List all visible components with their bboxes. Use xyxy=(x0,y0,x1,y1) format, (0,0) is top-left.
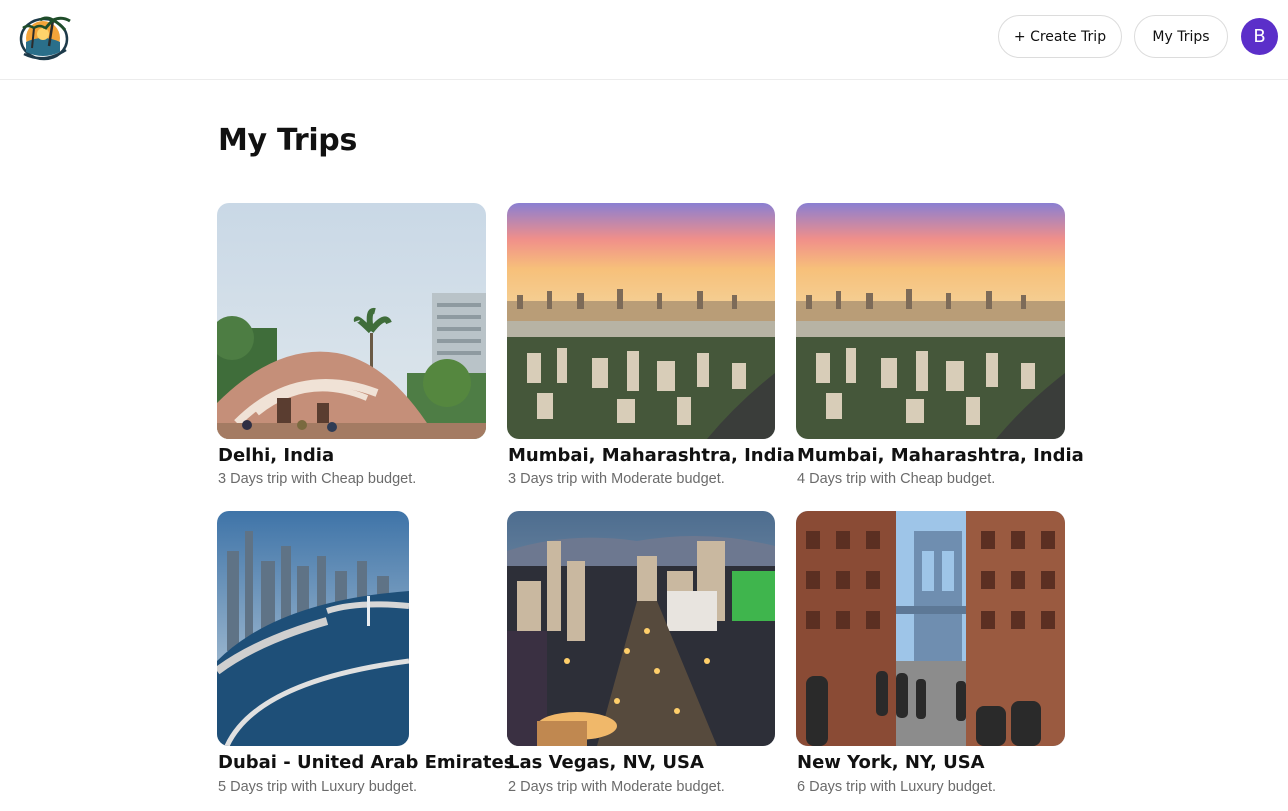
delhi-jantar-mantar-photo xyxy=(217,203,486,439)
create-trip-button[interactable]: + Create Trip xyxy=(998,15,1122,58)
my-trips-button[interactable]: My Trips xyxy=(1134,15,1228,58)
trip-description: 6 Days trip with Luxury budget. xyxy=(797,779,997,795)
new-york-dumbo-bridge-photo xyxy=(796,511,1065,746)
trip-description: 3 Days trip with Cheap budget. xyxy=(218,471,417,487)
trip-name: Dubai - United Arab Emirates xyxy=(218,752,515,773)
mumbai-skyline-sunset-photo xyxy=(507,203,775,439)
trip-description: 4 Days trip with Cheap budget. xyxy=(797,471,996,487)
trip-name: Mumbai, Maharashtra, India xyxy=(797,445,1084,466)
trip-name: Mumbai, Maharashtra, India xyxy=(508,445,795,466)
trip-name: Las Vegas, NV, USA xyxy=(508,752,704,773)
avatar[interactable]: B xyxy=(1241,18,1278,55)
trip-name: New York, NY, USA xyxy=(797,752,985,773)
las-vegas-strip-night-photo xyxy=(507,511,775,746)
trip-description: 2 Days trip with Moderate budget. xyxy=(508,779,725,795)
top-header: + Create Trip My Trips B xyxy=(0,0,1288,80)
page-title: My Trips xyxy=(218,123,358,158)
trip-name: Delhi, India xyxy=(218,445,335,466)
trip-description: 5 Days trip with Luxury budget. xyxy=(218,779,418,795)
logo-icon[interactable] xyxy=(18,12,74,62)
dubai-marina-aerial-photo xyxy=(217,511,409,746)
mumbai-skyline-sunset-photo xyxy=(796,203,1065,439)
trip-description: 3 Days trip with Moderate budget. xyxy=(508,471,725,487)
